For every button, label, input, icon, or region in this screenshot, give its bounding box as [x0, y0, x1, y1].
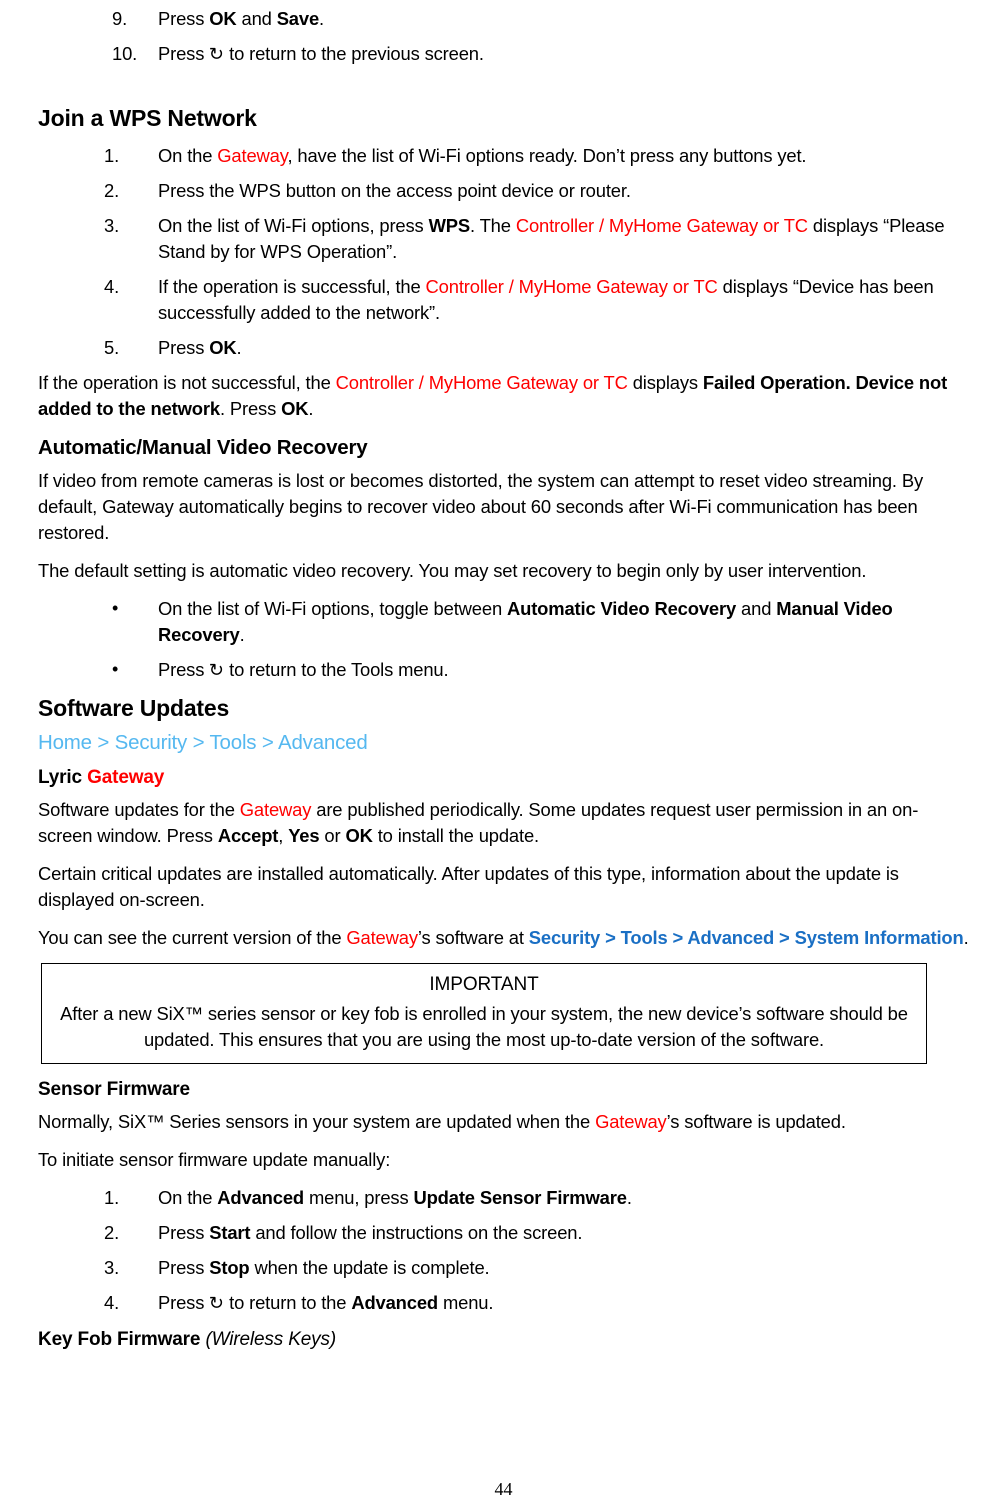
bullet-icon: •: [112, 659, 119, 679]
heading-software-updates: Software Updates: [38, 695, 230, 721]
list-number: 1.: [104, 1187, 120, 1208]
key-fob-heading-main: Key Fob Firmware: [38, 1329, 206, 1350]
list-number: 3.: [104, 215, 120, 236]
list-text: On the Gateway, have the list of Wi-Fi o…: [158, 145, 807, 166]
list-text: On the Advanced menu, press Update Senso…: [158, 1187, 632, 1208]
list-item: 4. Press ↺ to return to the Advanced men…: [38, 1290, 969, 1317]
list-text: Press OK.: [158, 337, 242, 358]
list-number: 10.: [112, 43, 138, 64]
list-number: 5.: [104, 337, 120, 358]
list-number: 9.: [112, 8, 128, 29]
return-arrow-icon: ↺: [209, 660, 225, 681]
list-text: Press Start and follow the instructions …: [158, 1222, 583, 1243]
list-text: Press ↺ to return to the Tools menu.: [158, 659, 449, 681]
list-item: 1. On the Gateway, have the list of Wi-F…: [38, 143, 969, 169]
video-recovery-paragraph-2: The default setting is automatic video r…: [38, 560, 867, 581]
sensor-firmware-paragraph-2: To initiate sensor firmware update manua…: [38, 1149, 391, 1170]
page-number: 44: [494, 1479, 513, 1499]
list-item: 9. Press OK and Save.: [38, 6, 969, 32]
continued-step-list: 9. Press OK and Save. 10. Press ↺ to ret…: [38, 6, 969, 68]
list-item: 5. Press OK.: [38, 335, 969, 361]
list-item: • Press ↺ to return to the Tools menu.: [38, 657, 969, 684]
list-item: 10. Press ↺ to return to the previous sc…: [38, 41, 969, 68]
wps-failure-paragraph: If the operation is not successful, the …: [38, 372, 948, 419]
list-text: Press Stop when the update is complete.: [158, 1257, 490, 1278]
list-text: On the list of Wi-Fi options, toggle bet…: [158, 598, 893, 645]
key-fob-heading-italic: (Wireless Keys): [205, 1329, 337, 1350]
breadcrumb: Home > Security > Tools > Advanced: [38, 731, 368, 754]
list-item: • On the list of Wi-Fi options, toggle b…: [38, 596, 969, 648]
list-item: 2. Press the WPS button on the access po…: [38, 178, 969, 204]
heading-sensor-firmware: Sensor Firmware: [38, 1079, 190, 1100]
return-arrow-icon: ↺: [209, 1293, 225, 1314]
heading-video-recovery: Automatic/Manual Video Recovery: [38, 436, 368, 459]
list-number: 3.: [104, 1257, 120, 1278]
wps-step-list: 1. On the Gateway, have the list of Wi-F…: [38, 143, 969, 361]
list-number: 4.: [104, 276, 120, 297]
software-updates-paragraph-3: You can see the current version of the G…: [38, 927, 969, 948]
sensor-firmware-step-list: 1. On the Advanced menu, press Update Se…: [38, 1185, 969, 1317]
software-updates-paragraph-2: Certain critical updates are installed a…: [38, 863, 899, 910]
list-item: 4. If the operation is successful, the C…: [38, 274, 969, 326]
list-number: 2.: [104, 180, 120, 201]
return-arrow-icon: ↺: [209, 44, 225, 65]
list-number: 2.: [104, 1222, 120, 1243]
bullet-icon: •: [112, 598, 119, 618]
list-item: 2. Press Start and follow the instructio…: [38, 1220, 969, 1246]
important-callout-box: IMPORTANT After a new SiX™ series sensor…: [41, 963, 927, 1064]
document-page: 9. Press OK and Save. 10. Press ↺ to ret…: [0, 0, 1007, 1512]
heading-key-fob-firmware: Key Fob Firmware (Wireless Keys): [38, 1326, 969, 1353]
list-text: On the list of Wi-Fi options, press WPS.…: [158, 215, 945, 262]
list-number: 4.: [104, 1292, 120, 1313]
list-text: Press ↺ to return to the Advanced menu.: [158, 1292, 493, 1314]
list-number: 1.: [104, 145, 120, 166]
important-title: IMPORTANT: [429, 974, 539, 995]
software-updates-paragraph-1: Software updates for the Gateway are pub…: [38, 799, 919, 846]
video-recovery-paragraph-1: If video from remote cameras is lost or …: [38, 470, 924, 543]
heading-lyric-gateway: Lyric Gateway: [38, 767, 165, 788]
list-text: Press OK and Save.: [158, 8, 325, 29]
list-text: If the operation is successful, the Cont…: [158, 276, 934, 323]
list-item: 3. On the list of Wi-Fi options, press W…: [38, 213, 969, 265]
list-item: 1. On the Advanced menu, press Update Se…: [38, 1185, 969, 1211]
list-text: Press the WPS button on the access point…: [158, 180, 631, 201]
list-item: 3. Press Stop when the update is complet…: [38, 1255, 969, 1281]
heading-join-wps-network: Join a WPS Network: [38, 105, 257, 131]
video-recovery-bullet-list: • On the list of Wi-Fi options, toggle b…: [38, 596, 969, 684]
sensor-firmware-paragraph-1: Normally, SiX™ Series sensors in your sy…: [38, 1111, 846, 1132]
list-text: Press ↺ to return to the previous screen…: [158, 43, 484, 65]
important-body: After a new SiX™ series sensor or key fo…: [60, 1003, 908, 1050]
